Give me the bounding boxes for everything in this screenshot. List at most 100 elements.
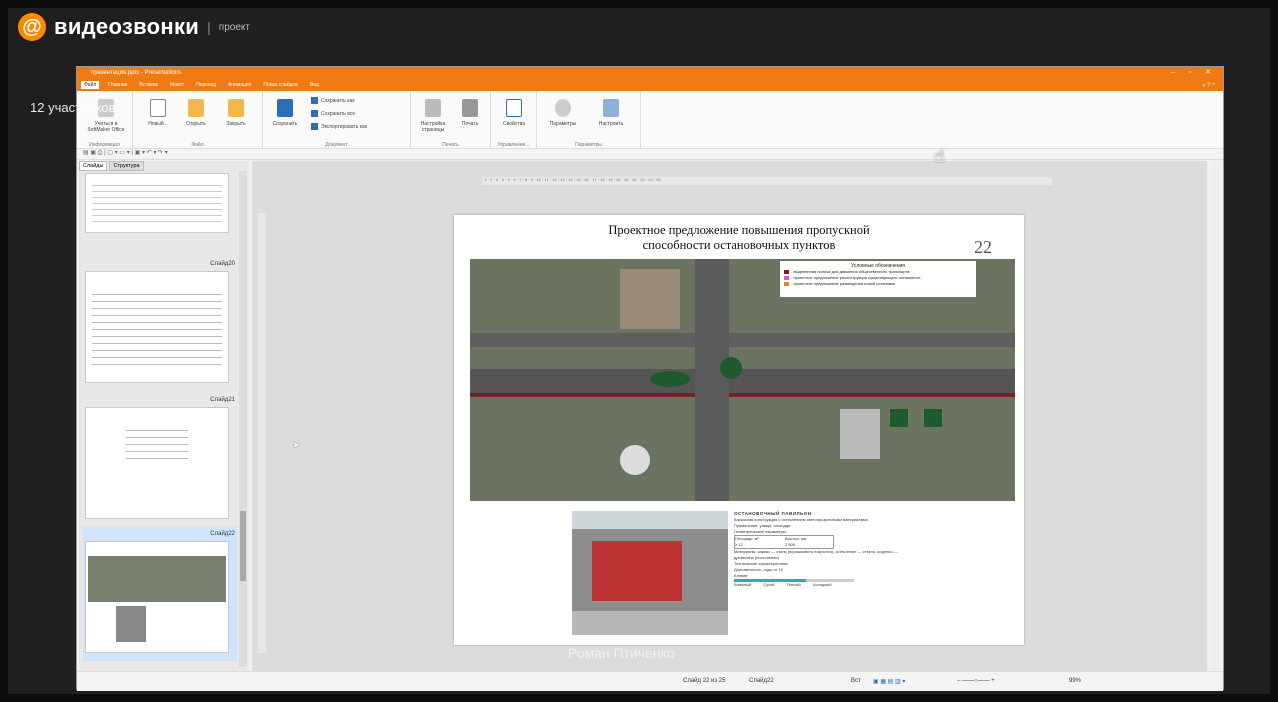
slide-label-20: Слайд20: [210, 261, 235, 267]
slide-thumbnail-19[interactable]: [85, 173, 229, 233]
vertical-ruler: [258, 213, 266, 653]
open-button[interactable]: Открыть: [181, 99, 211, 127]
pavilion-material: Материалы: каркас — сталь (порошкового п…: [734, 549, 898, 560]
pavilion-description: ОСТАНОВОЧНЫЙ ПАВИЛЬОН Каркасная конструк…: [734, 511, 914, 641]
menu-transition[interactable]: Переход: [193, 81, 219, 89]
status-bar: Слайд 22 из 25 Слайд22 Вст ▣ ▦ ▤ ▥ ▾ – —…: [77, 671, 1223, 691]
view-buttons[interactable]: ▣ ▦ ▤ ▥ ▾: [873, 678, 905, 685]
green-island: [650, 371, 690, 387]
thumbnail-table: [92, 180, 222, 226]
green-block: [924, 409, 942, 427]
slide-label-21: Слайд21: [210, 397, 235, 403]
params-table: Площадь, м² Высота, мм ≥ 12 2 500: [734, 535, 834, 549]
properties-icon: [506, 99, 522, 117]
menu-bar: Файл Главная Вставка Макет Переход Анима…: [77, 79, 1223, 91]
quick-access-toolbar[interactable]: ▤ ▣ ⎙ | ▢ ▾ ▭ ▾ | ▣ ▾ ↶ ▾ ↷ ▾: [77, 149, 1223, 160]
menu-slideshow[interactable]: Показ слайдов: [260, 81, 300, 89]
road: [695, 259, 729, 501]
scroll-thumb[interactable]: [240, 511, 246, 581]
ribbon-group-document: Сохранить Сохранить как Сохранить все Эк…: [263, 91, 411, 149]
road: [470, 333, 1015, 347]
ribbon-group-manage: Свойства Управление...: [491, 91, 537, 149]
green-block: [890, 409, 908, 427]
menu-view[interactable]: Вид: [307, 81, 322, 89]
group-label: Информация: [89, 142, 120, 148]
presentations-app: презентация.pptx - Presentations – ▫ ✕ Ф…: [76, 66, 1224, 691]
zoom-level[interactable]: 99%: [1069, 678, 1081, 684]
arrow-cursor-icon: ➤: [292, 440, 301, 451]
help-icons[interactable]: ▿ ? ^: [1203, 82, 1216, 89]
slides-panel: Слайды Структура Слайд20 Слайд21 Слайд22: [79, 161, 249, 671]
slide-thumbnail-22[interactable]: [85, 541, 229, 653]
ribbon: Учиться в SoftMaker Office Информация Но…: [77, 91, 1223, 149]
close-button[interactable]: Закрыть: [219, 99, 253, 127]
slide-canvas: · 1 · 2 · 3 · 4 · 5 · 6 · 7 · 8 · 9 · 10…: [252, 161, 1207, 671]
horizontal-ruler: · 1 · 2 · 3 · 4 · 5 · 6 · 7 · 8 · 9 · 10…: [482, 177, 1052, 185]
tab-slides[interactable]: Слайды: [79, 161, 108, 171]
save-as-button[interactable]: Сохранить как: [311, 97, 355, 104]
export-icon: [311, 123, 318, 130]
shelter-ad-panel: [592, 541, 682, 601]
printer-icon: [462, 99, 478, 117]
floppy-icon: [277, 99, 293, 117]
slide-label-22: Слайд22: [210, 531, 235, 537]
climate-options: Влажный Сухой Теплый Холодный: [734, 582, 832, 587]
tab-structure[interactable]: Структура: [109, 161, 144, 171]
save-button[interactable]: Сохранить: [267, 99, 303, 127]
shelter-roof: [572, 511, 728, 529]
app-title: презентация.pptx - Presentations: [91, 70, 182, 76]
menu-layout[interactable]: Макет: [167, 81, 187, 89]
ribbon-group-params: Параметры Настроить Параметры: [537, 91, 641, 149]
participants-count: 12 участников: [30, 100, 116, 115]
gear-icon: [555, 99, 571, 117]
thumbnail-table: [92, 288, 222, 368]
slide-thumbnail-20[interactable]: [85, 271, 229, 383]
slide-title-line2: способности остановочных пунктов: [642, 238, 836, 252]
legend-swatch: [784, 275, 789, 280]
slide-number: 22: [974, 237, 992, 257]
brand-logo-icon: @: [18, 13, 46, 41]
pavement: [572, 611, 728, 635]
menu-file[interactable]: Файл: [81, 81, 100, 89]
ribbon-group-print: Настройка страницы Печать Печать: [411, 91, 491, 149]
thumbnail-photo: [116, 606, 146, 642]
group-label: Файл: [191, 142, 204, 148]
save-as-icon: [311, 97, 318, 104]
app-title-bar: презентация.pptx - Presentations – ▫ ✕: [77, 67, 1223, 79]
slide-position: Слайд 22 из 25: [683, 678, 726, 684]
aerial-map-image: Условные обозначения - выделенная полоса…: [470, 259, 1015, 501]
options-button[interactable]: Параметры: [543, 99, 583, 127]
menu-animation[interactable]: Анимация: [225, 81, 254, 89]
map-legend: Условные обозначения - выделенная полоса…: [780, 261, 976, 297]
slide-title: Проектное предложение повышения пропускн…: [454, 223, 1024, 253]
save-all-button[interactable]: Сохранить все: [311, 110, 355, 117]
group-label: Документ: [325, 142, 348, 148]
page-setup-button[interactable]: Настройка страницы: [415, 99, 451, 133]
legend-swatch: [784, 281, 789, 286]
customize-button[interactable]: Настроить: [591, 99, 631, 127]
new-document-icon: [150, 99, 166, 117]
insert-mode: Вст: [851, 678, 861, 684]
slide-thumbnail-21[interactable]: [85, 407, 229, 519]
page-setup-icon: [425, 99, 441, 117]
canvas-scrollbar[interactable]: [1211, 161, 1221, 671]
folder-open-icon: [188, 99, 204, 117]
building: [840, 409, 880, 459]
menu-home[interactable]: Главная: [105, 81, 130, 89]
save-all-icon: [311, 110, 318, 117]
properties-button[interactable]: Свойства: [497, 99, 531, 127]
print-button[interactable]: Печать: [455, 99, 485, 127]
group-label: Управление...: [497, 142, 530, 148]
group-label: Параметры: [575, 142, 602, 148]
window-controls[interactable]: – ▫ ✕: [1171, 68, 1217, 76]
export-button[interactable]: Экспортировать как: [311, 123, 367, 130]
zoom-slider[interactable]: – ——○—— +: [957, 678, 995, 684]
folder-close-icon: [228, 99, 244, 117]
roundabout: [720, 357, 742, 379]
new-button[interactable]: Новый...: [143, 99, 173, 127]
brand-project-label: проект: [218, 21, 250, 33]
panel-scrollbar[interactable]: [239, 171, 247, 667]
group-label: Печать: [442, 142, 459, 148]
slide[interactable]: Проектное предложение повышения пропускн…: [454, 215, 1024, 645]
menu-insert[interactable]: Вставка: [136, 81, 161, 89]
